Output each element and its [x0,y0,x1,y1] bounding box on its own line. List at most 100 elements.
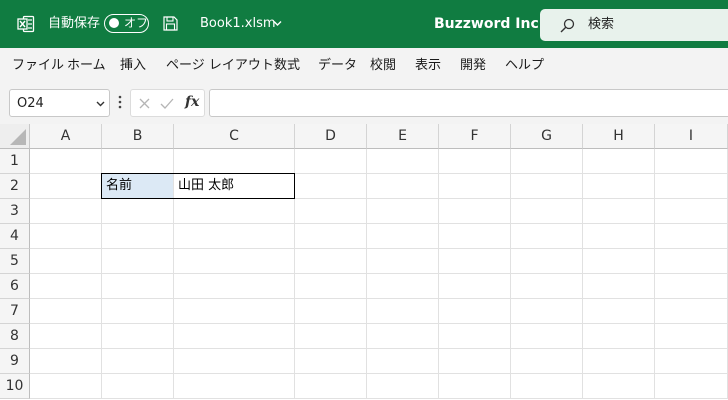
cell-h6[interactable] [583,274,655,299]
column-header-g[interactable]: G [511,124,583,149]
cell-c2[interactable]: 山田 太郎 [174,174,295,199]
cell-f5[interactable] [439,249,511,274]
cell-d10[interactable] [295,374,367,399]
cell-g4[interactable] [511,224,583,249]
row-header-1[interactable]: 1 [0,149,30,174]
cell-f7[interactable] [439,299,511,324]
search-box[interactable]: 検索 [540,9,728,41]
cell-a6[interactable] [30,274,102,299]
row-header-9[interactable]: 9 [0,349,30,374]
cell-d4[interactable] [295,224,367,249]
cell-e8[interactable] [367,324,439,349]
cell-a9[interactable] [30,349,102,374]
cell-d1[interactable] [295,149,367,174]
cell-e3[interactable] [367,199,439,224]
row-header-6[interactable]: 6 [0,274,30,299]
cell-f2[interactable] [439,174,511,199]
cell-a7[interactable] [30,299,102,324]
cell-i9[interactable] [655,349,728,374]
cell-f9[interactable] [439,349,511,374]
cell-i2[interactable] [655,174,728,199]
cell-g3[interactable] [511,199,583,224]
cell-c7[interactable] [174,299,295,324]
chevron-down-icon[interactable] [96,101,105,107]
cell-b4[interactable] [102,224,174,249]
cell-b9[interactable] [102,349,174,374]
row-header-4[interactable]: 4 [0,224,30,249]
cell-d5[interactable] [295,249,367,274]
cell-i4[interactable] [655,224,728,249]
row-header-3[interactable]: 3 [0,199,30,224]
column-header-e[interactable]: E [367,124,439,149]
cell-g7[interactable] [511,299,583,324]
cell-d8[interactable] [295,324,367,349]
cell-c10[interactable] [174,374,295,399]
cell-b8[interactable] [102,324,174,349]
cell-i5[interactable] [655,249,728,274]
cell-g2[interactable] [511,174,583,199]
menu-insert[interactable]: 挿入 [120,57,146,74]
row-header-7[interactable]: 7 [0,299,30,324]
cell-h5[interactable] [583,249,655,274]
cell-c8[interactable] [174,324,295,349]
column-header-d[interactable]: D [295,124,367,149]
cell-g1[interactable] [511,149,583,174]
cell-g10[interactable] [511,374,583,399]
cell-e6[interactable] [367,274,439,299]
cell-a8[interactable] [30,324,102,349]
file-name[interactable]: Book1.xlsm [200,16,276,32]
cancel-icon[interactable] [139,98,150,109]
cell-g6[interactable] [511,274,583,299]
cell-c9[interactable] [174,349,295,374]
row-header-10[interactable]: 10 [0,374,30,399]
cell-f4[interactable] [439,224,511,249]
cell-e2[interactable] [367,174,439,199]
row-header-8[interactable]: 8 [0,324,30,349]
cell-b2[interactable]: 名前 [102,174,174,199]
cell-d9[interactable] [295,349,367,374]
cell-a2[interactable] [30,174,102,199]
column-header-b[interactable]: B [102,124,174,149]
cell-i3[interactable] [655,199,728,224]
cell-i6[interactable] [655,274,728,299]
cell-e7[interactable] [367,299,439,324]
cell-i1[interactable] [655,149,728,174]
cell-i10[interactable] [655,374,728,399]
menu-home[interactable]: ホーム [67,57,106,74]
cell-g9[interactable] [511,349,583,374]
cell-e4[interactable] [367,224,439,249]
cell-a3[interactable] [30,199,102,224]
cell-i7[interactable] [655,299,728,324]
menu-file[interactable]: ファイル [12,57,64,74]
menu-formulas[interactable]: 数式 [274,57,300,74]
column-header-h[interactable]: H [583,124,655,149]
cell-f1[interactable] [439,149,511,174]
menu-data[interactable]: データ [318,57,357,74]
cell-e5[interactable] [367,249,439,274]
menu-page-layout[interactable]: ページ レイアウト [166,57,274,74]
column-header-f[interactable]: F [439,124,511,149]
menu-review[interactable]: 校閲 [370,57,396,74]
cell-a1[interactable] [30,149,102,174]
cell-e1[interactable] [367,149,439,174]
cell-a4[interactable] [30,224,102,249]
cell-h4[interactable] [583,224,655,249]
insert-function-icon[interactable]: fx [185,94,199,111]
row-header-5[interactable]: 5 [0,249,30,274]
cell-f3[interactable] [439,199,511,224]
menu-developer[interactable]: 開発 [460,57,486,74]
menu-help[interactable]: ヘルプ [505,57,544,74]
cell-b10[interactable] [102,374,174,399]
formula-input[interactable] [209,89,728,117]
column-header-c[interactable]: C [174,124,295,149]
cell-h10[interactable] [583,374,655,399]
cell-h3[interactable] [583,199,655,224]
excel-logo-icon[interactable] [17,15,35,33]
cell-b7[interactable] [102,299,174,324]
cell-d2[interactable] [295,174,367,199]
menu-view[interactable]: 表示 [415,57,441,74]
more-options-icon[interactable] [118,95,122,109]
enter-check-icon[interactable] [160,98,174,109]
save-icon[interactable] [163,16,178,31]
row-header-2[interactable]: 2 [0,174,30,199]
